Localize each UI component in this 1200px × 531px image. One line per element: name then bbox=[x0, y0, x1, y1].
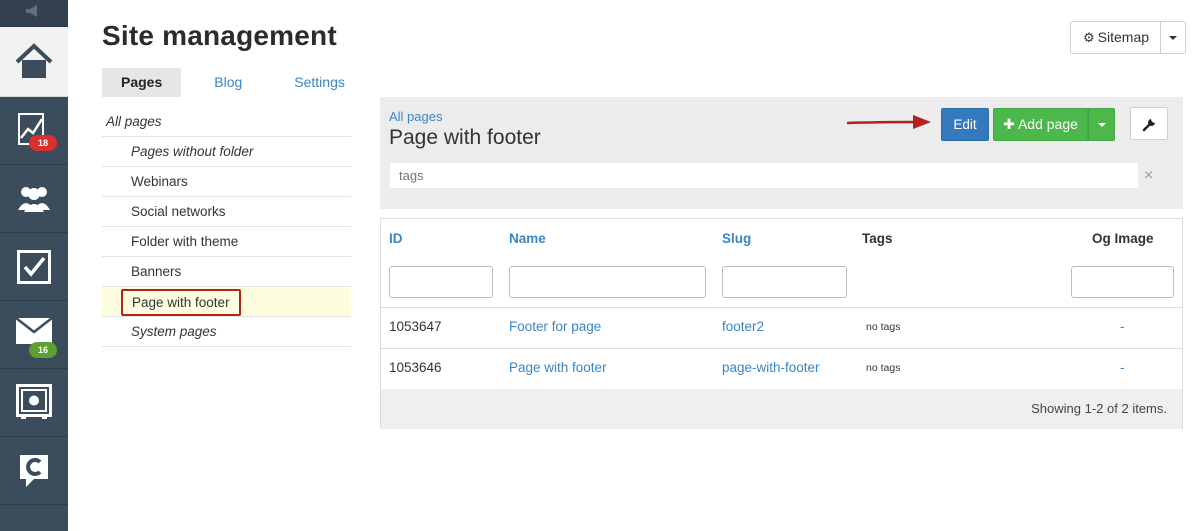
folder-pages-without-folder[interactable]: Pages without folder bbox=[102, 137, 351, 167]
plus-icon: ✚ bbox=[1003, 116, 1015, 132]
reports-count-badge: 18 bbox=[29, 135, 57, 151]
users-icon bbox=[18, 187, 50, 212]
sidebar-item-users[interactable] bbox=[0, 165, 68, 233]
add-page-button[interactable]: ✚ Add page bbox=[993, 108, 1088, 141]
row-name-link[interactable]: Footer for page bbox=[509, 319, 601, 334]
checkbox-icon bbox=[17, 250, 51, 284]
column-header-og-image: Og Image bbox=[1092, 231, 1154, 246]
wrench-icon bbox=[1142, 119, 1155, 132]
table-summary: Showing 1-2 of 2 items. bbox=[1031, 401, 1167, 416]
sitemap-button[interactable]: ⚙ Sitemap bbox=[1071, 22, 1162, 53]
sidebar-item-home[interactable] bbox=[0, 27, 68, 97]
folder-title: Page with footer bbox=[389, 126, 541, 149]
sidebar-item-brand[interactable] bbox=[0, 437, 68, 505]
name-filter-input[interactable] bbox=[509, 266, 706, 298]
logo-c-icon bbox=[20, 455, 48, 487]
sitemap-dropdown-toggle[interactable] bbox=[1161, 22, 1185, 53]
column-header-tags: Tags bbox=[862, 231, 893, 246]
folder-social-networks[interactable]: Social networks bbox=[102, 197, 351, 227]
sidebar-top bbox=[0, 0, 68, 27]
main-tabs: Pages Blog Settings bbox=[102, 68, 364, 97]
row-slug-link[interactable]: footer2 bbox=[722, 319, 764, 334]
folder-list: All pages Pages without folder Webinars … bbox=[102, 107, 351, 347]
tools-button[interactable] bbox=[1130, 107, 1168, 140]
row-tags: no tags bbox=[866, 362, 901, 374]
og-image-filter-input[interactable] bbox=[1071, 266, 1174, 298]
folder-all-pages[interactable]: All pages bbox=[102, 107, 351, 137]
row-slug-link[interactable]: page-with-footer bbox=[722, 360, 820, 375]
tab-blog[interactable]: Blog bbox=[181, 68, 275, 97]
add-page-dropdown-toggle[interactable] bbox=[1088, 108, 1115, 141]
pages-table: ID Name Slug Tags Og Image 1053647 Foote… bbox=[380, 218, 1183, 429]
safe-icon bbox=[16, 384, 52, 419]
slug-filter-input[interactable] bbox=[722, 266, 847, 298]
tab-pages[interactable]: Pages bbox=[102, 68, 182, 97]
gear-icon: ⚙ bbox=[1083, 30, 1095, 45]
home-icon bbox=[15, 43, 53, 78]
selected-folder-label: Page with footer bbox=[121, 289, 241, 316]
edit-button[interactable]: Edit bbox=[941, 108, 989, 141]
sitemap-label: Sitemap bbox=[1097, 29, 1150, 45]
table-row: 1053646 Page with footer page-with-foote… bbox=[381, 349, 1182, 390]
row-tags: no tags bbox=[866, 321, 901, 333]
tags-clear-icon[interactable]: × bbox=[1144, 163, 1153, 188]
table-row: 1053647 Footer for page footer2 no tags … bbox=[381, 308, 1182, 349]
folder-banners[interactable]: Banners bbox=[102, 257, 351, 287]
sidebar-item-safe[interactable] bbox=[0, 369, 68, 437]
megaphone-icon bbox=[26, 5, 37, 17]
table-footer: Showing 1-2 of 2 items. bbox=[381, 389, 1182, 429]
folder-page-with-footer[interactable]: Page with footer bbox=[102, 287, 351, 317]
sidebar-item-reports[interactable]: 18 bbox=[0, 97, 68, 165]
tab-settings[interactable]: Settings bbox=[275, 68, 364, 97]
column-header-id[interactable]: ID bbox=[389, 231, 403, 246]
sidebar-item-tasks[interactable] bbox=[0, 233, 68, 301]
mail-count-badge: 16 bbox=[29, 342, 57, 358]
tags-input[interactable] bbox=[390, 163, 1138, 188]
column-header-slug[interactable]: Slug bbox=[722, 231, 751, 246]
folder-system-pages[interactable]: System pages bbox=[102, 317, 351, 347]
row-id: 1053646 bbox=[389, 360, 442, 375]
left-sidebar: 18 16 bbox=[0, 0, 68, 531]
column-header-name[interactable]: Name bbox=[509, 231, 546, 246]
sidebar-item-mail[interactable]: 16 bbox=[0, 301, 68, 369]
add-page-label: Add page bbox=[1017, 116, 1078, 132]
sitemap-button-group: ⚙ Sitemap bbox=[1070, 21, 1187, 54]
row-og-image: - bbox=[1120, 360, 1125, 375]
folder-webinars[interactable]: Webinars bbox=[102, 167, 351, 197]
annotation-arrow-icon bbox=[846, 115, 931, 129]
row-id: 1053647 bbox=[389, 319, 442, 334]
folder-with-theme[interactable]: Folder with theme bbox=[102, 227, 351, 257]
breadcrumb[interactable]: All pages bbox=[389, 109, 442, 124]
page-title: Site management bbox=[102, 20, 337, 51]
row-name-link[interactable]: Page with footer bbox=[509, 360, 607, 375]
id-filter-input[interactable] bbox=[389, 266, 493, 298]
mail-icon bbox=[16, 318, 52, 344]
row-og-image: - bbox=[1120, 319, 1125, 334]
folder-panel-header: All pages Page with footer × Edit ✚ Add … bbox=[380, 97, 1183, 209]
table-header: ID Name Slug Tags Og Image bbox=[381, 219, 1182, 308]
